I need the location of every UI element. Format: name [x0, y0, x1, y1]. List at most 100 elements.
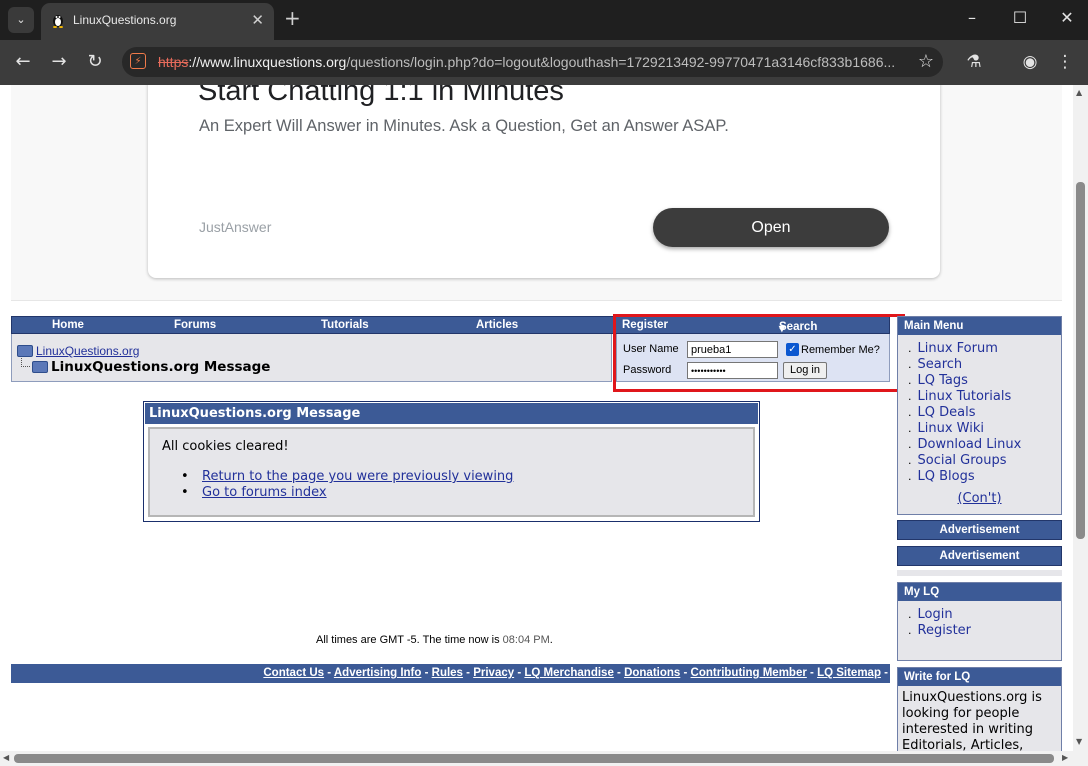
forums-index-link[interactable]: Go to forums index — [202, 485, 327, 500]
breadcrumb-root-link[interactable]: LinuxQuestions.org — [36, 344, 139, 358]
write-for-lq-title: Write for LQ — [898, 668, 1061, 686]
url-scheme: https — [158, 54, 189, 70]
back-icon[interactable]: ← — [11, 51, 35, 73]
active-tab[interactable]: LinuxQuestions.org ✕ — [41, 3, 274, 40]
tab-close-icon[interactable]: ✕ — [251, 11, 264, 29]
new-tab-button[interactable]: + — [284, 8, 301, 28]
footer-link-merchandise[interactable]: LQ Merchandise — [524, 667, 613, 679]
labs-flask-icon[interactable]: ⚗ — [962, 50, 986, 74]
ad-headline[interactable]: Start Chatting 1:1 in Minutes — [198, 85, 564, 108]
sidebar-item-search[interactable]: . Search — [908, 357, 1061, 373]
time-prefix: All times are GMT -5. The time now is — [316, 634, 500, 646]
message-header: LinuxQuestions.org Message — [145, 403, 758, 424]
scroll-left-icon[interactable]: ◀ — [3, 753, 9, 762]
main-menu-more-link[interactable]: (Con't) — [898, 491, 1061, 506]
maximize-icon[interactable]: ☐ — [1005, 8, 1035, 28]
breadcrumb: LinuxQuestions.org LinuxQuestions.org Me… — [11, 334, 612, 382]
return-previous-link[interactable]: Return to the page you were previously v… — [202, 469, 513, 484]
footer-link-advertising[interactable]: Advertising Info — [334, 667, 422, 679]
sidebar-item-register[interactable]: . Register — [908, 623, 1061, 639]
ad-subline: An Expert Will Answer in Minutes. Ask a … — [199, 117, 729, 135]
sidebar-item-lq-tags[interactable]: . LQ Tags — [908, 373, 1061, 389]
sidebar-item-lq-blogs[interactable]: . LQ Blogs — [908, 469, 1061, 485]
forum-folder-open-icon — [32, 361, 48, 373]
ad-card[interactable]: Start Chatting 1:1 in Minutes An Expert … — [148, 85, 940, 278]
address-bar[interactable]: ⚡ https://www.linuxquestions.org/questio… — [122, 47, 943, 77]
footer-link-contact[interactable]: Contact Us — [263, 667, 324, 679]
remember-me-checkbox[interactable]: ✓ — [786, 343, 799, 356]
nav-home[interactable]: Home — [52, 319, 84, 331]
scroll-down-icon[interactable]: ▼ — [1076, 737, 1082, 746]
page-title: LinuxQuestions.org Message — [51, 359, 271, 375]
nav-register[interactable]: Register — [622, 319, 668, 331]
vertical-scroll-thumb[interactable] — [1076, 182, 1085, 539]
sidebar-item-label: LQ Tags — [917, 373, 968, 388]
horizontal-scrollbar[interactable]: ◀ ▶ — [0, 751, 1088, 766]
sidebar-item-linux-wiki[interactable]: . Linux Wiki — [908, 421, 1061, 437]
password-input[interactable]: ••••••••••• — [687, 362, 778, 379]
tab-strip: ⌄ LinuxQuestions.org ✕ + – ☐ ✕ — [0, 0, 1088, 40]
sidebar-item-label: LQ Blogs — [917, 469, 975, 484]
vertical-scrollbar[interactable]: ▲ ▼ — [1073, 85, 1088, 751]
main-menu-title: Main Menu — [898, 317, 1061, 335]
close-window-icon[interactable]: ✕ — [1052, 8, 1082, 28]
more-menu-icon[interactable]: ⋮ — [1053, 50, 1077, 74]
sidebar-item-label: Login — [917, 607, 953, 622]
my-lq-list: . Login . Register — [898, 601, 1061, 639]
message-text: All cookies cleared! — [162, 439, 289, 454]
reload-icon[interactable]: ↻ — [83, 51, 107, 73]
username-input[interactable]: prueba1 — [687, 341, 778, 358]
tux-favicon-icon — [53, 15, 63, 28]
footer-link-rules[interactable]: Rules — [432, 667, 463, 679]
sidebar-item-label: LQ Deals — [917, 405, 976, 420]
profile-icon[interactable]: ◉ — [1018, 50, 1042, 74]
minimize-icon[interactable]: – — [957, 8, 987, 28]
advertisement-header-2: Advertisement — [897, 546, 1062, 566]
ad-brand: JustAnswer — [199, 219, 272, 235]
tree-connector — [21, 358, 30, 367]
url-text[interactable]: https://www.linuxquestions.org/questions… — [158, 54, 895, 70]
nav-tutorials[interactable]: Tutorials — [321, 319, 369, 331]
ad-open-button[interactable]: Open — [653, 208, 889, 247]
tab-search-button[interactable]: ⌄ — [8, 7, 34, 33]
message-panel: LinuxQuestions.org Message All cookies c… — [143, 401, 760, 522]
time-suffix: . — [549, 634, 553, 646]
sidebar-item-linux-tutorials[interactable]: . Linux Tutorials — [908, 389, 1061, 405]
browser-toolbar: ← → ↻ ⚡ https://www.linuxquestions.org/q… — [0, 40, 1088, 85]
scroll-right-icon[interactable]: ▶ — [1062, 753, 1068, 762]
tab-title: LinuxQuestions.org — [73, 13, 177, 27]
url-host: ://www.linuxquestions.org — [188, 54, 347, 70]
sidebar-item-label: Social Groups — [917, 453, 1007, 468]
sidebar-item-label: Download Linux — [917, 437, 1022, 452]
sidebar-item-lq-deals[interactable]: . LQ Deals — [908, 405, 1061, 421]
footer-link-sitemap[interactable]: LQ Sitemap — [817, 667, 881, 679]
ad-banner: Start Chatting 1:1 in Minutes An Expert … — [11, 85, 1062, 301]
scroll-up-icon[interactable]: ▲ — [1076, 88, 1082, 97]
footer-link-donations[interactable]: Donations — [624, 667, 680, 679]
sidebar-item-label: Linux Wiki — [917, 421, 984, 436]
sidebar-item-download-linux[interactable]: . Download Linux — [908, 437, 1061, 453]
sidebar-item-label: Search — [917, 357, 963, 372]
login-button[interactable]: Log in — [783, 362, 827, 379]
message-links: Return to the page you were previously v… — [176, 469, 513, 501]
sidebar-item-social-groups[interactable]: . Social Groups — [908, 453, 1061, 469]
footer-links: Contact Us - Advertising Info - Rules - … — [11, 664, 890, 683]
forum-navbar: Home Forums Tutorials Articles Register … — [11, 316, 890, 335]
remember-me-label: Remember Me? — [801, 344, 880, 356]
main-menu-box: Main Menu . Linux Forum . Search . LQ Tags … — [897, 316, 1062, 515]
time-now: 08:04 PM — [502, 634, 550, 646]
nav-articles[interactable]: Articles — [476, 319, 518, 331]
bookmark-star-icon[interactable]: ☆ — [918, 51, 934, 72]
list-item: Return to the page you were previously v… — [176, 469, 513, 485]
horizontal-scroll-thumb[interactable] — [14, 754, 1054, 763]
main-menu-list: . Linux Forum . Search . LQ Tags . Linux Tut… — [898, 335, 1061, 485]
nav-forums[interactable]: Forums — [174, 319, 216, 331]
page-viewport: Start Chatting 1:1 in Minutes An Expert … — [0, 85, 1073, 751]
password-label: Password — [623, 364, 672, 376]
footer-link-contributing[interactable]: Contributing Member — [691, 667, 807, 679]
forward-icon[interactable]: → — [47, 51, 71, 73]
sidebar-item-login[interactable]: . Login — [908, 607, 1061, 623]
site-info-icon[interactable]: ⚡ — [130, 53, 146, 69]
sidebar-item-linux-forum[interactable]: . Linux Forum — [908, 341, 1061, 357]
footer-link-privacy[interactable]: Privacy — [473, 667, 514, 679]
